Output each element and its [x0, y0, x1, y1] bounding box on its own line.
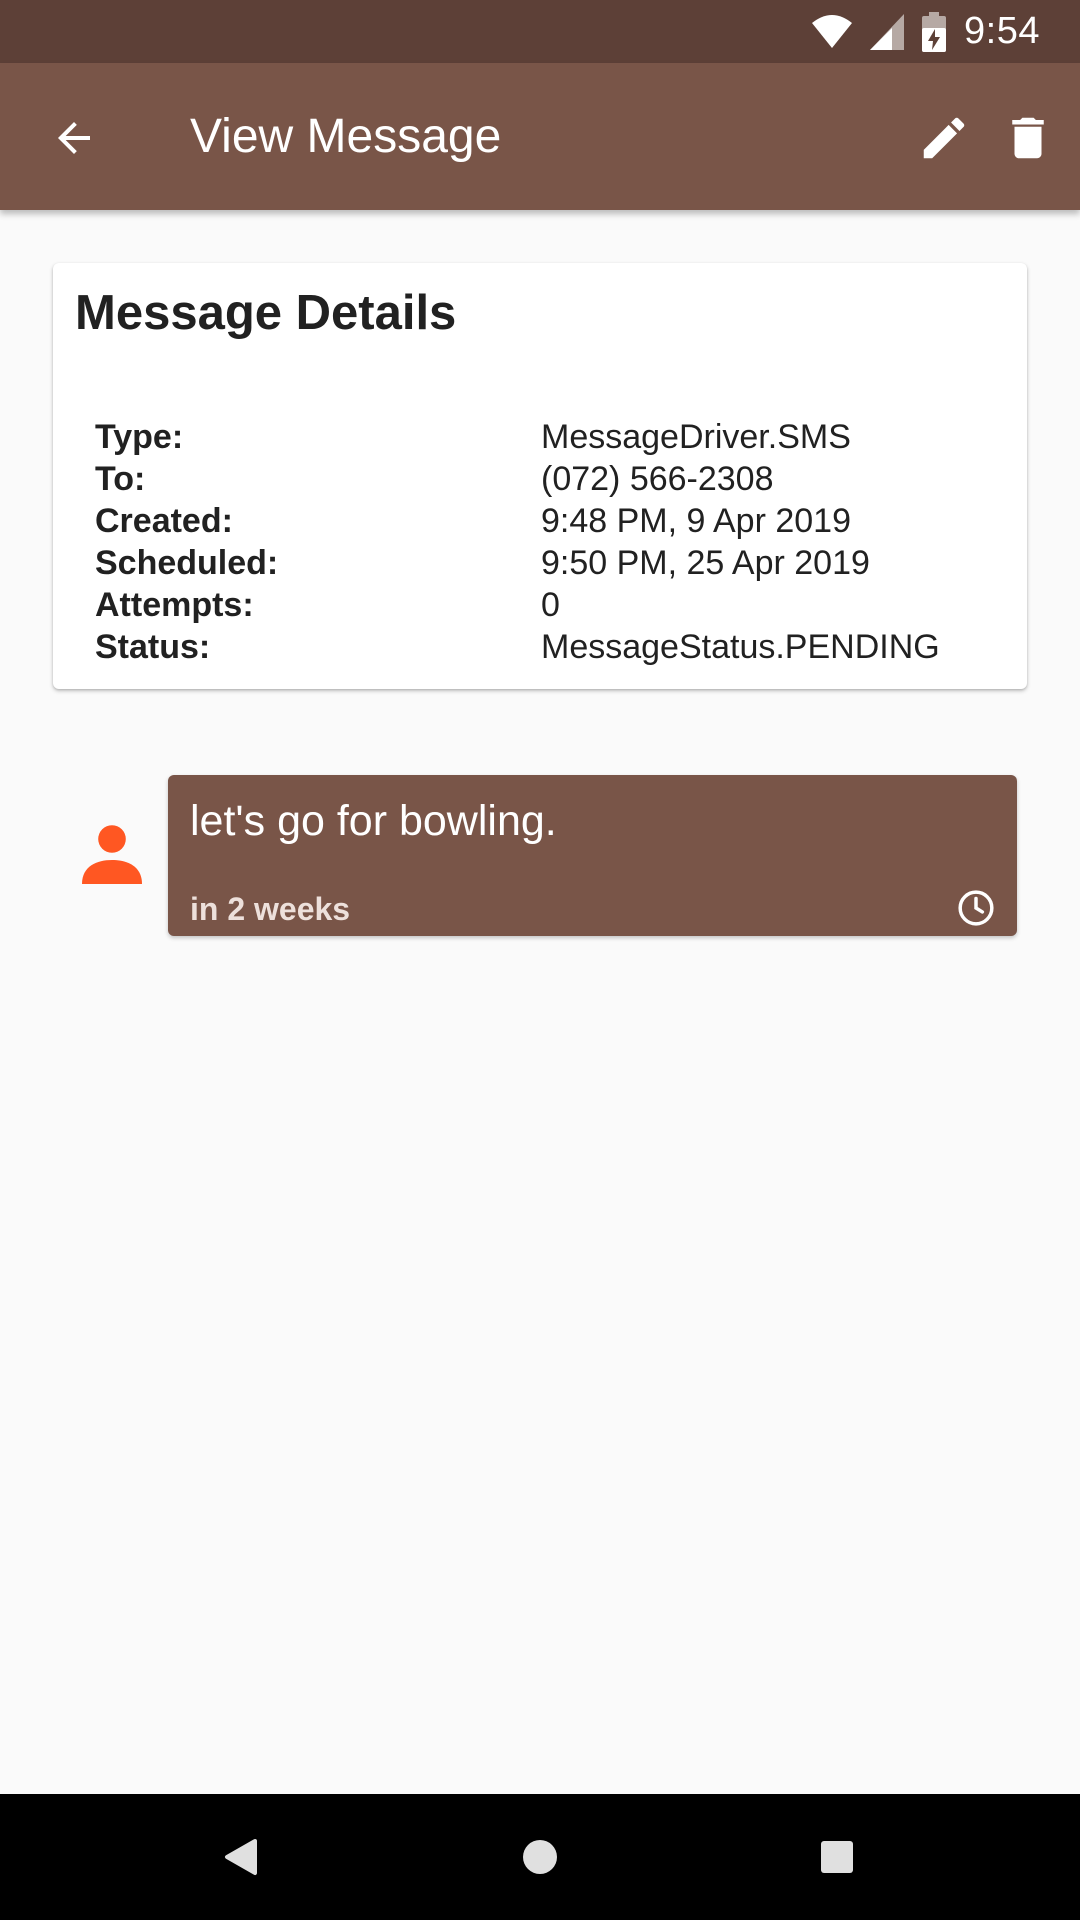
nav-home-icon: [523, 1840, 557, 1874]
details-list: Type: MessageDriver.SMS To: (072) 566-23…: [95, 416, 1015, 668]
detail-value: MessageDriver.SMS: [541, 417, 851, 456]
edit-button[interactable]: [906, 103, 982, 173]
detail-label: To:: [95, 459, 146, 498]
app-bar: View Message: [0, 63, 1080, 210]
detail-row-to: To: (072) 566-2308: [95, 458, 1015, 500]
detail-row-type: Type: MessageDriver.SMS: [95, 416, 1015, 458]
nav-back-icon: [225, 1839, 257, 1875]
signal-icon: [870, 13, 905, 50]
message-text: let's go for bowling.: [190, 797, 557, 845]
back-arrow-icon: [58, 122, 90, 154]
nav-home-button[interactable]: [480, 1794, 600, 1920]
delete-button[interactable]: [990, 103, 1066, 173]
detail-label: Scheduled:: [95, 543, 279, 582]
nav-recents-icon: [821, 1841, 853, 1873]
wifi-icon: [812, 14, 853, 48]
status-time: 9:54: [964, 10, 1040, 52]
clock-icon: [958, 890, 994, 926]
back-button[interactable]: [34, 103, 114, 173]
detail-row-scheduled: Scheduled: 9:50 PM, 25 Apr 2019: [95, 542, 1015, 584]
delete-trash-icon: [1012, 117, 1044, 159]
detail-row-attempts: Attempts: 0: [95, 584, 1015, 626]
detail-value: 9:48 PM, 9 Apr 2019: [541, 501, 851, 540]
card-title: Message Details: [75, 286, 457, 340]
nav-recents-button[interactable]: [777, 1794, 897, 1920]
status-icons: 9:54: [812, 0, 1040, 63]
detail-label: Type:: [95, 417, 184, 456]
detail-label: Attempts:: [95, 585, 254, 624]
system-nav-bar: [0, 1794, 1080, 1920]
battery-charging-icon: [922, 11, 947, 52]
detail-value: (072) 566-2308: [541, 459, 774, 498]
message-details-card: Message Details Type: MessageDriver.SMS …: [53, 263, 1027, 689]
message-schedule: in 2 weeks: [190, 891, 351, 927]
detail-row-created: Created: 9:48 PM, 9 Apr 2019: [95, 500, 1015, 542]
nav-back-button[interactable]: [181, 1794, 301, 1920]
detail-label: Created:: [95, 501, 233, 540]
detail-label: Status:: [95, 627, 211, 666]
detail-row-status: Status: MessageStatus.PENDING: [95, 626, 1015, 668]
detail-value: 0: [541, 585, 560, 624]
detail-value: MessageStatus.PENDING: [541, 627, 940, 666]
detail-value: 9:50 PM, 25 Apr 2019: [541, 543, 870, 582]
person-icon: [82, 825, 142, 884]
message-bubble[interactable]: let's go for bowling. in 2 weeks: [168, 775, 1017, 936]
page-title: View Message: [190, 110, 502, 163]
status-bar: 9:54: [0, 0, 1080, 63]
edit-pencil-icon: [923, 117, 965, 159]
